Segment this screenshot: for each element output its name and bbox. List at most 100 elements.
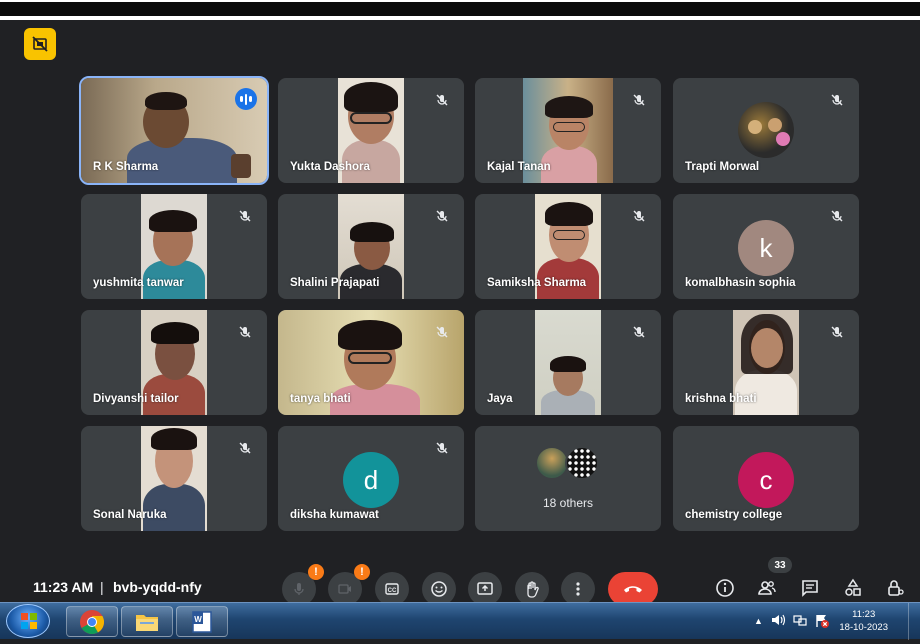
lock-person-icon	[888, 580, 904, 596]
captions-button[interactable]: CC	[375, 572, 409, 606]
taskbar-explorer[interactable]	[121, 606, 173, 637]
taskbar-time: 11:23	[852, 609, 876, 620]
participant-tile-chemistry-college[interactable]: c chemistry college	[673, 426, 859, 531]
more-options-button[interactable]	[561, 572, 595, 606]
participant-name: Trapti Morwal	[685, 161, 760, 173]
participant-name: Shalini Prajapati	[290, 277, 380, 289]
participant-tile-kajal-tanan[interactable]: Kajal Tanan	[475, 78, 661, 183]
mic-off-icon	[294, 583, 304, 595]
mic-off-icon	[827, 322, 847, 342]
participant-tile-rk-sharma[interactable]: R K Sharma	[79, 76, 269, 185]
raise-hand-button[interactable]	[515, 572, 549, 606]
folder-icon	[136, 614, 158, 631]
windows-logo-icon	[21, 613, 37, 629]
participant-name: diksha kumawat	[290, 509, 379, 521]
participant-name: Sonal Naruka	[93, 509, 167, 521]
participant-tile-trapti-morwal[interactable]: Trapti Morwal	[673, 78, 859, 183]
taskbar-date: 18-10-2023	[839, 622, 888, 633]
participant-name: Yukta Dashora	[290, 161, 370, 173]
action-center-alert-icon[interactable]	[814, 613, 830, 634]
meeting-time: 11:23 AM	[33, 579, 94, 595]
participant-name: krishna bhati	[685, 393, 757, 405]
present-button[interactable]	[468, 572, 502, 606]
taskbar-word[interactable]: W	[176, 606, 228, 637]
taskbar-chrome[interactable]	[66, 606, 118, 637]
participant-tile-diksha-kumawat[interactable]: d diksha kumawat	[278, 426, 464, 531]
participant-tile-sonal-naruka[interactable]: Sonal Naruka	[81, 426, 267, 531]
mic-off-icon	[432, 206, 452, 226]
chrome-icon	[80, 609, 105, 634]
participant-tile-divyanshi-tailor[interactable]: Divyanshi tailor	[81, 310, 267, 415]
mic-off-icon	[629, 322, 649, 342]
chat-button[interactable]	[796, 574, 824, 602]
network-icon[interactable]	[792, 613, 808, 632]
others-avatar	[535, 446, 569, 480]
participant-tile-yukta-dashora[interactable]: Yukta Dashora	[278, 78, 464, 183]
word-icon: W	[192, 610, 212, 633]
chat-icon	[802, 580, 818, 597]
participant-name: chemistry college	[685, 509, 783, 521]
volume-icon[interactable]	[770, 613, 786, 632]
participant-tile-others[interactable]: 18 others	[475, 426, 661, 531]
host-controls-button[interactable]	[882, 574, 910, 602]
camera-off-icon	[338, 584, 351, 594]
meet-stage: R K Sharma Yukta Dashora Kajal Tanan Tra…	[0, 20, 920, 606]
microphone-button[interactable]: !	[282, 564, 324, 606]
participant-name: yushmita tanwar	[93, 277, 184, 289]
tray-expand-icon[interactable]: ▲	[754, 616, 763, 626]
participant-tile-yushmita-tanwar[interactable]: yushmita tanwar	[81, 194, 267, 299]
participant-name: tanya bhati	[290, 393, 351, 405]
start-button[interactable]	[6, 604, 50, 638]
hidden-content-icon[interactable]	[24, 28, 56, 60]
info-icon	[716, 579, 734, 597]
participant-name: Samiksha Sharma	[487, 277, 587, 289]
warning-badge: !	[354, 564, 370, 580]
people-icon	[758, 581, 776, 595]
meeting-code[interactable]: bvb-yqdd-nfy	[113, 579, 202, 595]
emoji-icon	[431, 581, 447, 597]
camera-button[interactable]: !	[328, 564, 370, 606]
activities-icon	[845, 578, 861, 596]
mic-off-icon	[827, 206, 847, 226]
participant-name: Kajal Tanan	[487, 161, 551, 173]
meeting-details-button[interactable]	[711, 574, 739, 602]
avatar: c	[738, 452, 794, 508]
participant-name: Jaya	[487, 393, 513, 405]
mic-off-icon	[432, 322, 452, 342]
leave-call-button[interactable]	[608, 572, 658, 606]
browser-top-edge	[0, 0, 920, 20]
closed-captions-icon: CC	[385, 583, 399, 595]
hand-icon	[527, 581, 539, 598]
taskbar-clock[interactable]: 11:23 18-10-2023	[839, 608, 888, 634]
mic-off-icon	[235, 206, 255, 226]
participant-tile-samiksha-sharma[interactable]: Samiksha Sharma	[475, 194, 661, 299]
participant-tile-shalini-prajapati[interactable]: Shalini Prajapati	[278, 194, 464, 299]
separator: |	[100, 579, 104, 595]
mic-off-icon	[827, 90, 847, 110]
present-screen-icon	[477, 582, 493, 595]
mic-off-icon	[432, 438, 452, 458]
mic-off-icon	[629, 206, 649, 226]
svg-text:W: W	[194, 615, 202, 624]
people-button[interactable]	[753, 574, 781, 602]
avatar: k	[738, 220, 794, 276]
speaking-indicator-icon	[235, 88, 257, 110]
avatar: d	[343, 452, 399, 508]
mic-off-icon	[629, 90, 649, 110]
warning-badge: !	[308, 564, 324, 580]
windows-taskbar: W ▲ 11:23 18-10-2023	[0, 602, 920, 640]
participant-name: Divyanshi tailor	[93, 393, 179, 405]
show-desktop-button[interactable]	[908, 603, 920, 640]
participant-tile-komalbhasin-sophia[interactable]: k komalbhasin sophia	[673, 194, 859, 299]
mic-off-icon	[235, 438, 255, 458]
participant-tile-jaya[interactable]: Jaya	[475, 310, 661, 415]
others-count-label: 18 others	[542, 496, 594, 510]
people-count-badge: 33	[768, 557, 792, 573]
reactions-button[interactable]	[422, 572, 456, 606]
participant-tile-tanya-bhati[interactable]: tanya bhati	[278, 310, 464, 415]
avatar	[738, 102, 794, 158]
activities-button[interactable]	[839, 574, 867, 602]
others-avatar	[565, 446, 599, 480]
participant-tile-krishna-bhati[interactable]: krishna bhati	[673, 310, 859, 415]
svg-text:CC: CC	[388, 588, 397, 594]
